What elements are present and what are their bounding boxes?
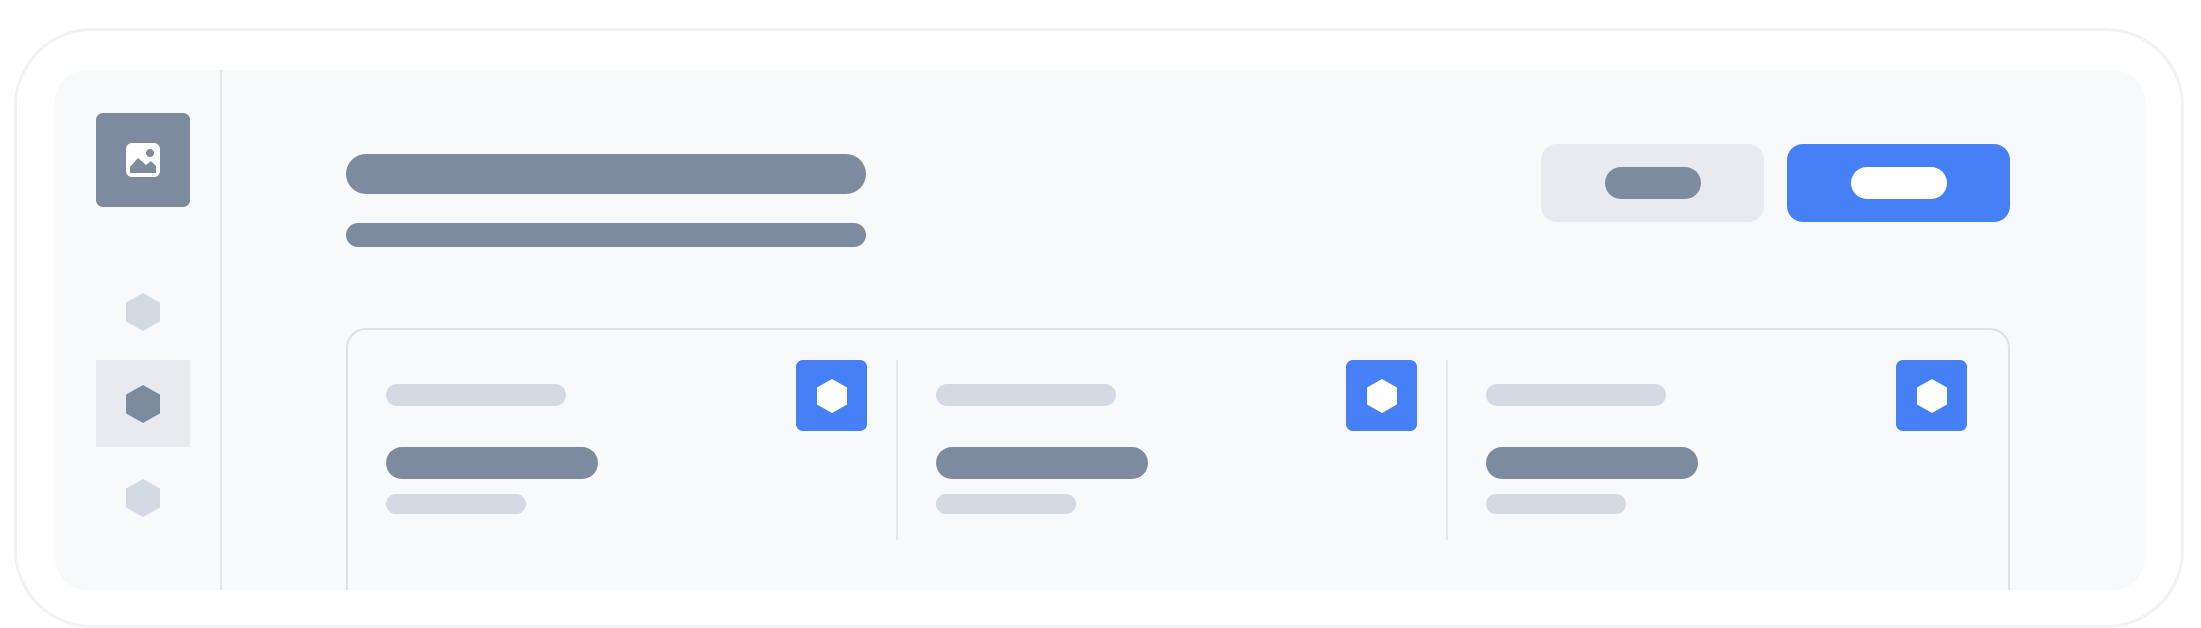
- stat-item-3: [1448, 330, 1996, 590]
- stat-subtext: [936, 494, 1076, 514]
- stat-value: [936, 447, 1148, 479]
- app-logo[interactable]: [96, 113, 190, 207]
- hexagon-icon: [816, 378, 847, 413]
- secondary-action-button[interactable]: [1541, 144, 1764, 222]
- stat-icon-tile: [1896, 360, 1967, 431]
- stat-label: [1486, 384, 1666, 406]
- stat-label: [936, 384, 1116, 406]
- image-icon: [126, 143, 160, 177]
- secondary-action-label: [1604, 167, 1701, 199]
- page-title: [346, 154, 866, 194]
- hexagon-icon: [126, 478, 160, 517]
- stat-subtext: [386, 494, 526, 514]
- sidebar: [55, 70, 222, 590]
- hexagon-icon: [126, 384, 160, 423]
- stat-label: [386, 384, 566, 406]
- stats-card: [346, 328, 2010, 590]
- hexagon-icon: [1916, 378, 1947, 413]
- sidebar-item-3[interactable]: [96, 454, 190, 541]
- stat-value: [1486, 447, 1698, 479]
- hexagon-icon: [126, 292, 160, 331]
- stat-item-1: [348, 330, 896, 590]
- sidebar-item-2[interactable]: [96, 360, 190, 447]
- stat-icon-tile: [1346, 360, 1417, 431]
- hexagon-icon: [1366, 378, 1397, 413]
- page-subtitle: [346, 223, 866, 247]
- primary-action-label: [1850, 167, 1947, 199]
- stat-item-2: [898, 330, 1446, 590]
- sidebar-item-1[interactable]: [96, 268, 190, 355]
- stat-value: [386, 447, 598, 479]
- primary-action-button[interactable]: [1787, 144, 2010, 222]
- app-screen: [55, 70, 2145, 590]
- stat-subtext: [1486, 494, 1626, 514]
- stat-icon-tile: [796, 360, 867, 431]
